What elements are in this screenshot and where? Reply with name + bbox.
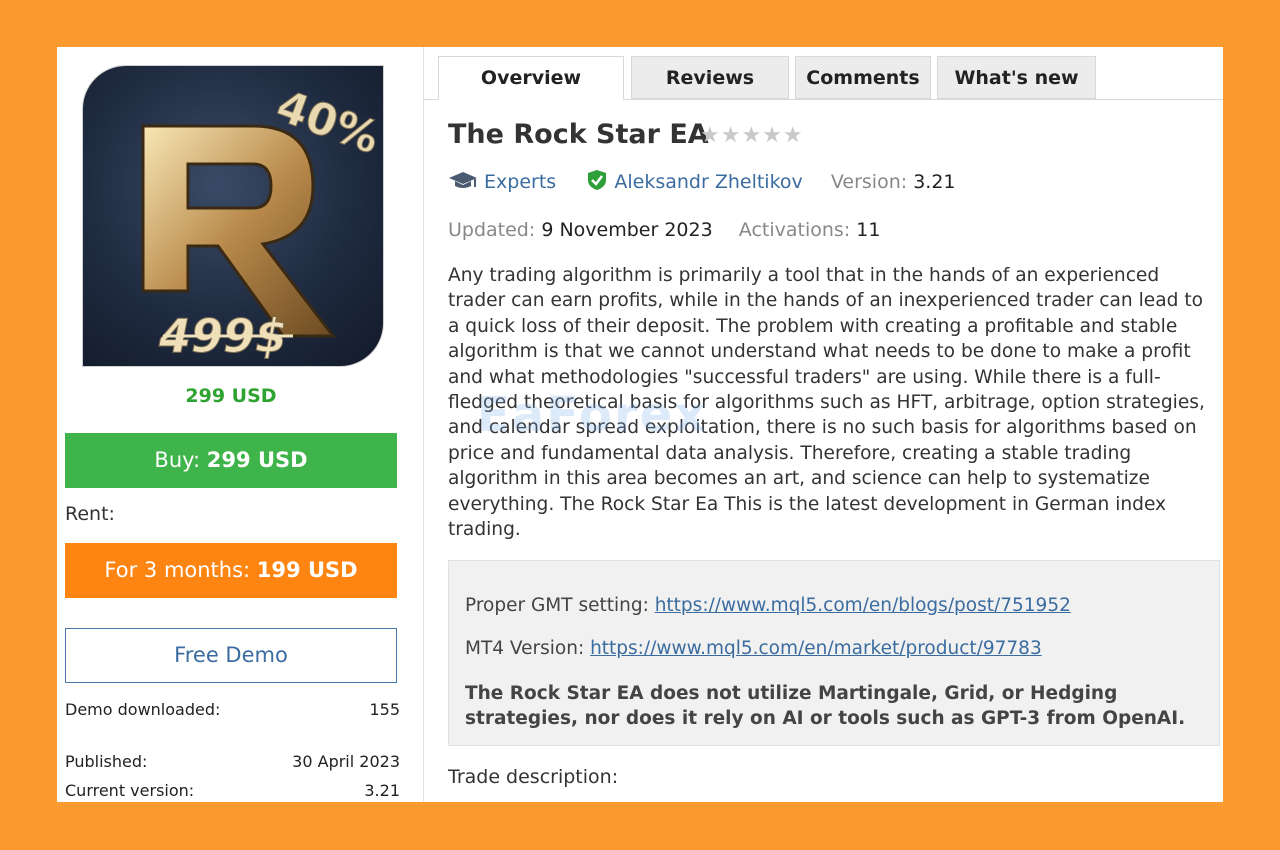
category-link[interactable]: Experts bbox=[484, 171, 556, 193]
mt4-label: MT4 Version: bbox=[465, 638, 591, 659]
product-update-row: Updated: 9 November 2023 Activations: 11 bbox=[448, 219, 880, 241]
buy-amount: 299 USD bbox=[206, 448, 308, 472]
stat-value: 30 April 2023 bbox=[292, 752, 400, 771]
verified-shield-icon bbox=[586, 170, 614, 193]
gmt-setting-line: Proper GMT setting: https://www.mql5.com… bbox=[465, 595, 1071, 616]
product-description: Any trading algorithm is primarily a too… bbox=[448, 265, 1205, 541]
author-link[interactable]: Aleksandr Zheltikov bbox=[614, 171, 802, 193]
strategy-disclaimer: The Rock Star EA does not utilize Martin… bbox=[465, 683, 1186, 729]
product-meta-row: Experts Aleksandr Zheltikov Version: 3.2… bbox=[448, 169, 956, 193]
tab-overview[interactable]: Overview bbox=[438, 56, 624, 100]
trade-description-heading: Trade description: bbox=[448, 766, 619, 788]
tab-comments[interactable]: Comments bbox=[795, 56, 931, 99]
rating-stars[interactable]: ★★★★★ bbox=[700, 123, 804, 148]
buy-button[interactable]: Buy: 299 USD bbox=[65, 433, 397, 488]
stat-value: 155 bbox=[369, 700, 400, 719]
buy-prefix: Buy: bbox=[154, 448, 207, 472]
column-divider bbox=[423, 47, 424, 802]
tab-whats-new[interactable]: What's new bbox=[937, 56, 1096, 99]
stat-current-version: Current version: 3.21 bbox=[65, 781, 400, 800]
rent-3-months-button[interactable]: For 3 months: 199 USD bbox=[65, 543, 397, 598]
activations-value: 11 bbox=[856, 219, 881, 241]
gmt-link[interactable]: https://www.mql5.com/en/blogs/post/75195… bbox=[655, 595, 1071, 616]
product-title: The Rock Star EA bbox=[448, 119, 709, 150]
gmt-label: Proper GMT setting: bbox=[465, 595, 655, 616]
graduation-cap-icon bbox=[448, 171, 484, 193]
version-label: Version: bbox=[830, 171, 908, 193]
rent-prefix: For 3 months: bbox=[104, 558, 257, 582]
stat-label: Demo downloaded: bbox=[65, 700, 221, 719]
product-card: 40% 499$ 299 USD Buy: 299 USD Rent: For … bbox=[57, 47, 1223, 802]
updated-value: 9 November 2023 bbox=[541, 219, 713, 241]
mt4-version-line: MT4 Version: https://www.mql5.com/en/mar… bbox=[465, 638, 1042, 659]
stat-label: Published: bbox=[65, 752, 148, 771]
activations-label: Activations: bbox=[738, 219, 851, 241]
product-price: 299 USD bbox=[185, 385, 277, 407]
rent-label: Rent: bbox=[65, 503, 115, 525]
mt4-link[interactable]: https://www.mql5.com/en/market/product/9… bbox=[590, 638, 1042, 659]
stat-demo-downloaded: Demo downloaded: 155 bbox=[65, 700, 400, 719]
rock-star-logo-icon: 40% 499$ bbox=[141, 80, 383, 364]
free-demo-button[interactable]: Free Demo bbox=[65, 628, 397, 683]
tab-reviews[interactable]: Reviews bbox=[631, 56, 789, 99]
stat-value: 3.21 bbox=[364, 781, 400, 800]
product-logo: 40% 499$ bbox=[82, 65, 384, 367]
rent-amount: 199 USD bbox=[256, 558, 358, 582]
version-value: 3.21 bbox=[913, 171, 956, 193]
updated-label: Updated: bbox=[448, 219, 536, 241]
settings-note-box: Proper GMT setting: https://www.mql5.com… bbox=[448, 560, 1220, 746]
stat-label: Current version: bbox=[65, 781, 195, 800]
purchase-panel: 40% 499$ 299 USD Buy: 299 USD Rent: For … bbox=[65, 47, 400, 802]
stat-published: Published: 30 April 2023 bbox=[65, 752, 400, 771]
